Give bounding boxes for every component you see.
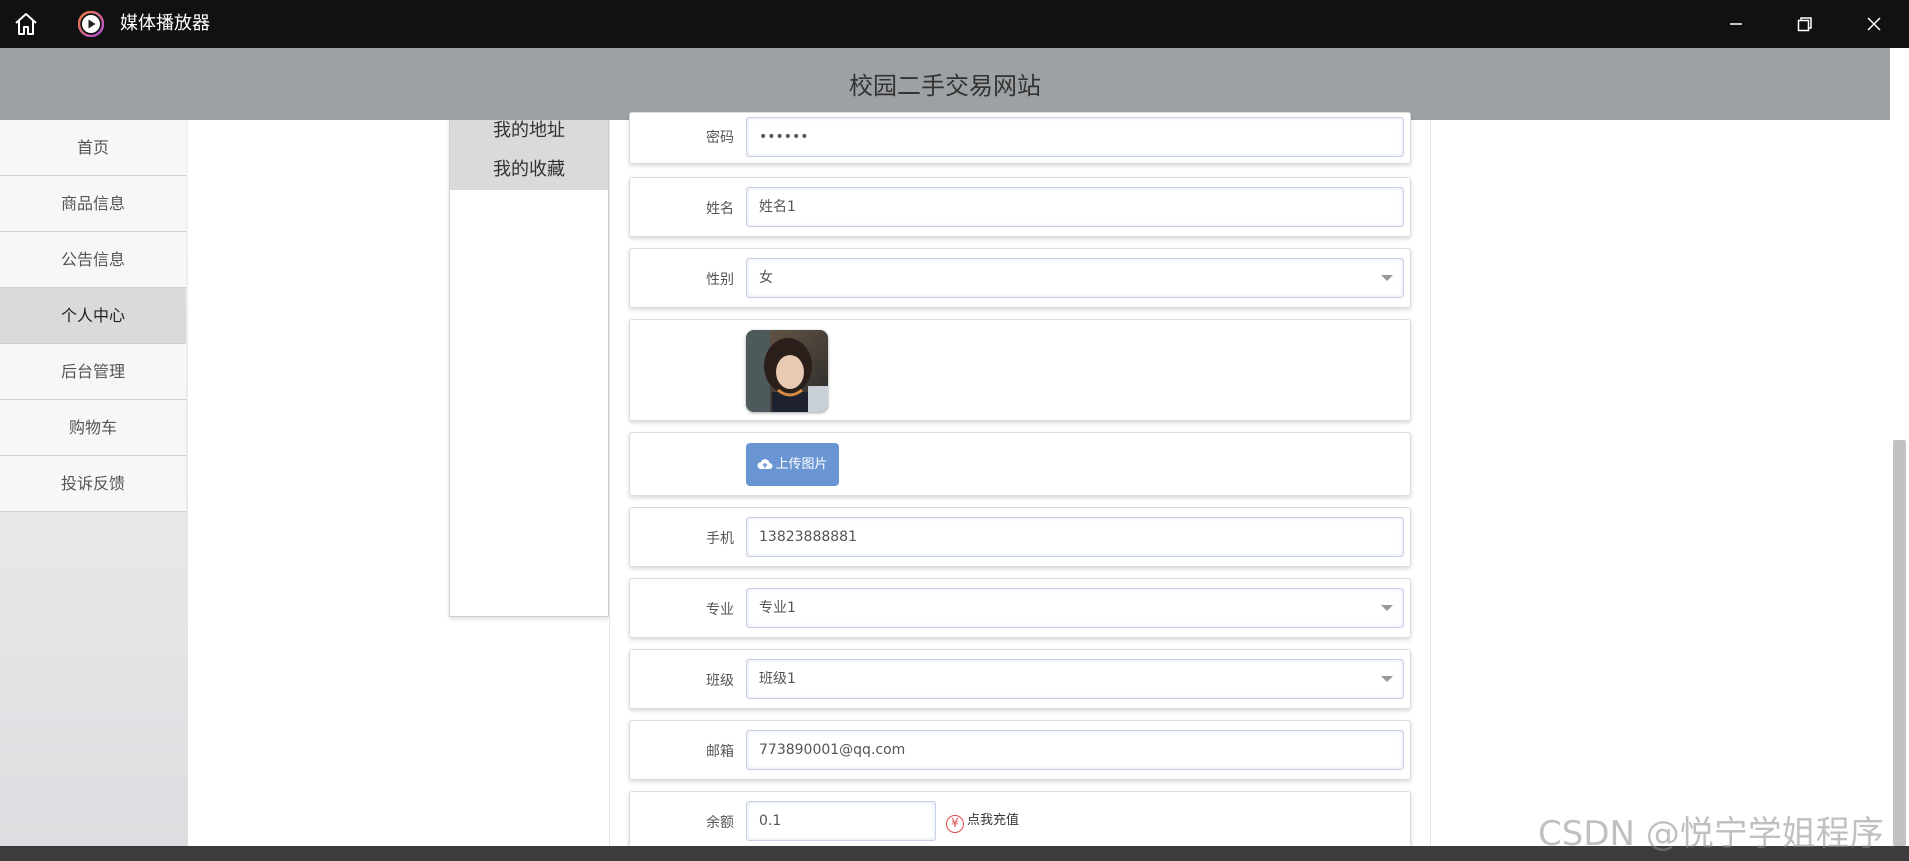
name-input[interactable]: 姓名1 xyxy=(746,187,1404,227)
nav-item-admin[interactable]: 后台管理 xyxy=(0,344,186,400)
left-nav: 首页 商品信息 公告信息 个人中心 后台管理 购物车 投诉反馈 xyxy=(0,120,186,512)
balance-input[interactable]: 0.1 xyxy=(746,801,936,841)
password-label: 密码 xyxy=(706,130,734,146)
gender-value: 女 xyxy=(759,270,773,286)
form-row-upload: 上传图片 xyxy=(629,432,1411,496)
window-titlebar: 媒体播放器 xyxy=(0,0,1909,48)
avatar-image xyxy=(746,330,828,412)
window-title: 媒体播放器 xyxy=(120,13,210,34)
phone-input[interactable]: 13823888881 xyxy=(746,517,1404,557)
class-value: 班级1 xyxy=(759,671,796,687)
upload-button-label: 上传图片 xyxy=(775,457,828,472)
nav-item-personal-center[interactable]: 个人中心 xyxy=(0,288,186,344)
chevron-down-icon xyxy=(1381,676,1393,682)
site-title: 校园二手交易网站 xyxy=(849,72,1041,100)
major-label: 专业 xyxy=(706,602,734,618)
chevron-down-icon xyxy=(1381,275,1393,281)
form-row-balance: 余额 0.1 ¥ 点我充值 xyxy=(629,791,1411,851)
submenu-item-address[interactable]: 我的地址 xyxy=(450,114,608,148)
class-select[interactable]: 班级1 xyxy=(746,659,1404,699)
email-label: 邮箱 xyxy=(706,744,734,760)
nav-item-home[interactable]: 首页 xyxy=(0,120,186,176)
form-row-email: 邮箱 773890001@qq.com xyxy=(629,720,1411,780)
nav-item-cart[interactable]: 购物车 xyxy=(0,400,186,456)
site-header: 校园二手交易网站 xyxy=(0,48,1890,120)
recharge-label: 点我充值 xyxy=(967,813,1020,828)
close-icon[interactable] xyxy=(1860,10,1888,38)
form-row-name: 姓名 姓名1 xyxy=(629,177,1411,237)
gender-select[interactable]: 女 xyxy=(746,258,1404,298)
submenu-item-favorites[interactable]: 我的收藏 xyxy=(450,150,608,190)
scrollbar-thumb[interactable] xyxy=(1893,440,1906,846)
nav-item-feedback[interactable]: 投诉反馈 xyxy=(0,456,186,512)
form-row-class: 班级 班级1 xyxy=(629,649,1411,709)
upload-image-button[interactable]: 上传图片 xyxy=(746,443,839,486)
yen-icon: ¥ xyxy=(946,815,964,833)
watermark: CSDN @悦宁学姐程序 xyxy=(1538,814,1884,854)
name-label: 姓名 xyxy=(706,201,734,217)
form-row-password: 密码 •••••• xyxy=(629,112,1411,164)
recharge-link[interactable]: ¥ 点我充值 xyxy=(946,809,1019,833)
cloud-upload-icon xyxy=(757,459,773,470)
class-label: 班级 xyxy=(706,673,734,689)
major-select[interactable]: 专业1 xyxy=(746,588,1404,628)
password-input[interactable]: •••••• xyxy=(746,117,1404,157)
media-player-icon xyxy=(78,11,104,37)
form-row-phone: 手机 13823888881 xyxy=(629,507,1411,567)
balance-label: 余额 xyxy=(706,815,734,831)
phone-label: 手机 xyxy=(706,531,734,547)
restore-icon[interactable] xyxy=(1790,10,1818,38)
nav-item-products[interactable]: 商品信息 xyxy=(0,176,186,232)
form-row-avatar xyxy=(629,319,1411,421)
minimize-icon[interactable] xyxy=(1722,10,1750,38)
nav-item-announcements[interactable]: 公告信息 xyxy=(0,232,186,288)
form-row-major: 专业 专业1 xyxy=(629,578,1411,638)
home-icon[interactable] xyxy=(12,10,40,38)
chevron-down-icon xyxy=(1381,605,1393,611)
personal-center-submenu: 我的地址 我的收藏 xyxy=(449,120,609,617)
form-row-gender: 性别 女 xyxy=(629,248,1411,308)
gender-label: 性别 xyxy=(706,272,734,288)
major-value: 专业1 xyxy=(759,600,796,616)
email-input[interactable]: 773890001@qq.com xyxy=(746,730,1404,770)
